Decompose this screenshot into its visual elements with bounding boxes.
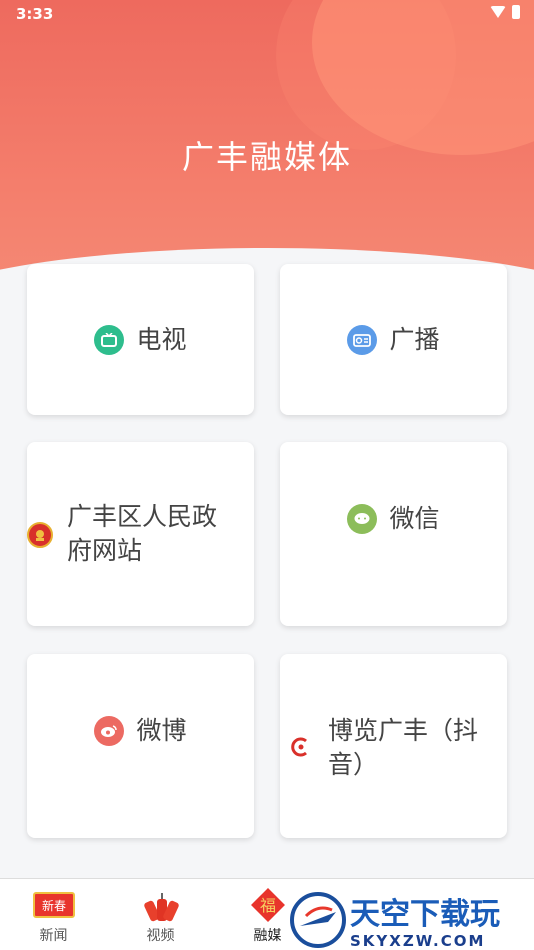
tab-label: 视频 — [146, 928, 175, 944]
card-tv[interactable]: 电视 — [27, 264, 254, 415]
page-title: 广丰融媒体 — [181, 138, 352, 176]
watermark-title: 天空下载玩 — [350, 897, 500, 932]
site-watermark: 天空下载玩 SKYXZW.COM — [288, 886, 534, 950]
radio-icon — [347, 324, 378, 355]
fortune-icon: 福 — [248, 885, 288, 929]
tab-video[interactable]: 视频 — [107, 879, 214, 950]
weibo-icon — [94, 716, 125, 746]
card-wechat[interactable]: 微信 — [280, 442, 507, 626]
card-label: 微博 — [136, 716, 187, 745]
tab-news[interactable]: 新春 新闻 — [0, 879, 107, 950]
card-label: 广丰区人民政府网站 — [67, 502, 218, 565]
emblem-icon — [27, 522, 53, 548]
wifi-icon — [490, 6, 506, 18]
douyin-logo-icon — [286, 732, 316, 762]
status-time: 3:33 — [16, 5, 54, 23]
watermark-url: SKYXZW.COM — [350, 932, 485, 950]
card-label: 电视 — [136, 324, 187, 354]
card-label: 微信 — [389, 504, 440, 533]
new-year-banner-icon: 新春 — [32, 891, 76, 923]
svg-text:福: 福 — [259, 896, 275, 915]
card-government-site[interactable]: 广丰区人民政府网站 — [27, 442, 254, 626]
card-weibo[interactable]: 微博 — [27, 654, 254, 838]
tab-label: 新闻 — [39, 928, 68, 944]
card-label: 广播 — [389, 324, 440, 354]
svg-text:新春: 新春 — [41, 898, 65, 913]
battery-icon — [512, 5, 520, 19]
tv-icon — [94, 324, 125, 355]
card-douyin[interactable]: 博览广丰（抖音） — [280, 654, 507, 838]
status-bar: 3:33 — [0, 0, 534, 28]
card-radio[interactable]: 广播 — [280, 264, 507, 415]
wechat-icon — [347, 504, 378, 534]
card-label: 博览广丰（抖音） — [328, 716, 479, 779]
